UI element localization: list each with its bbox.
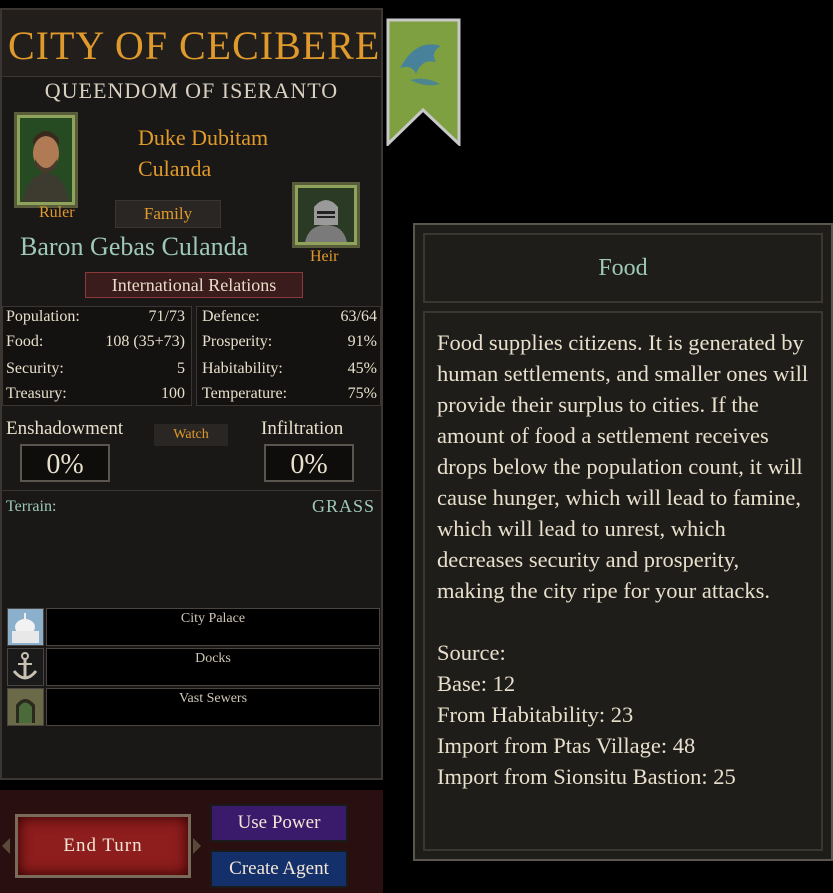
building-row[interactable]: Docks xyxy=(7,648,381,686)
enshadowment-value: 0% xyxy=(20,444,110,482)
stat-habitability-value: 45% xyxy=(347,360,377,377)
ruler-name-line1: Duke Dubitam xyxy=(138,125,269,150)
stat-prosperity-label[interactable]: Prosperity: xyxy=(202,333,272,351)
use-power-button[interactable]: Use Power xyxy=(210,804,348,842)
stat-treasury-label[interactable]: Treasury: xyxy=(6,385,67,403)
terrain-value: GRASS xyxy=(311,496,375,516)
stats-area: Population: 71/73 Food: 108 (35+73) Secu… xyxy=(2,306,381,406)
anchor-icon xyxy=(7,648,44,686)
tooltip-description: Food supplies citizens. It is generated … xyxy=(437,330,809,603)
building-row[interactable]: Vast Sewers xyxy=(7,688,381,726)
stat-temperature-label[interactable]: Temperature: xyxy=(202,385,287,403)
ruler-face-icon xyxy=(20,118,72,202)
international-relations-button[interactable]: International Relations xyxy=(85,272,303,298)
tooltip-body: Food supplies citizens. It is generated … xyxy=(423,311,823,851)
end-turn-right-arrow-icon xyxy=(193,838,201,854)
stat-security-label[interactable]: Security: xyxy=(6,360,64,378)
building-name: Docks xyxy=(46,648,380,686)
stat-food-label[interactable]: Food: xyxy=(6,333,43,351)
tooltip-title: Food xyxy=(423,233,823,303)
building-name: Vast Sewers xyxy=(46,688,380,726)
stat-defence-value: 63/64 xyxy=(340,308,377,325)
faction-banner[interactable] xyxy=(386,18,461,148)
ruler-name-line2: Culanda xyxy=(138,156,212,181)
heir-name[interactable]: Baron Gebas Culanda xyxy=(20,232,248,262)
terrain-label: Terrain: xyxy=(6,498,57,515)
enshadowment-label[interactable]: Enshadowment xyxy=(6,418,123,440)
building-row[interactable]: City Palace xyxy=(7,608,381,646)
tooltip-source-line: Import from Sionsitu Bastion: 25 xyxy=(437,764,736,789)
heir-label: Heir xyxy=(310,248,339,265)
kingdom-name[interactable]: QUEENDOM OF ISERANTO xyxy=(2,78,381,104)
infiltration-value: 0% xyxy=(264,444,354,482)
ruler-name[interactable]: Duke Dubitam Culanda xyxy=(138,122,268,184)
stat-habitability-label[interactable]: Habitability: xyxy=(202,360,283,378)
tooltip-source-line: Import from Ptas Village: 48 xyxy=(437,733,696,758)
end-turn-button[interactable]: End Turn xyxy=(15,814,191,878)
stat-security-value: 5 xyxy=(177,360,185,377)
ruler-portrait[interactable] xyxy=(14,112,78,208)
heir-portrait[interactable] xyxy=(292,182,360,248)
stat-prosperity-value: 91% xyxy=(347,333,377,350)
food-tooltip: Food Food supplies citizens. It is gener… xyxy=(413,223,833,861)
sewer-icon xyxy=(7,688,44,726)
stat-temperature-value: 75% xyxy=(347,385,377,402)
end-turn-left-arrow-icon xyxy=(2,838,10,854)
terrain-divider xyxy=(2,490,381,491)
tooltip-source-line: Base: 12 xyxy=(437,671,516,696)
stat-defence-label[interactable]: Defence: xyxy=(202,308,260,326)
stat-food-value: 108 (35+73) xyxy=(105,333,185,350)
eagle-banner-icon xyxy=(386,18,461,148)
stat-treasury-value: 100 xyxy=(161,385,185,402)
knight-helmet-icon xyxy=(298,188,354,242)
family-button[interactable]: Family xyxy=(115,200,221,228)
building-name: City Palace xyxy=(46,608,380,646)
create-agent-button[interactable]: Create Agent xyxy=(210,850,348,888)
watch-button[interactable]: Watch xyxy=(154,424,228,446)
palace-icon xyxy=(7,608,44,646)
stat-population-label[interactable]: Population: xyxy=(6,308,80,326)
city-title-bar: CITY OF CECIBERE xyxy=(2,10,381,77)
ruler-label: Ruler xyxy=(39,204,75,221)
tooltip-source-label: Source: xyxy=(437,640,506,665)
infiltration-label[interactable]: Infiltration xyxy=(261,418,343,440)
city-title: CITY OF CECIBERE xyxy=(8,23,381,68)
stat-population-value: 71/73 xyxy=(148,308,185,325)
tooltip-source-line: From Habitability: 23 xyxy=(437,702,634,727)
city-panel: CITY OF CECIBERE QUEENDOM OF ISERANTO Du… xyxy=(0,8,383,780)
